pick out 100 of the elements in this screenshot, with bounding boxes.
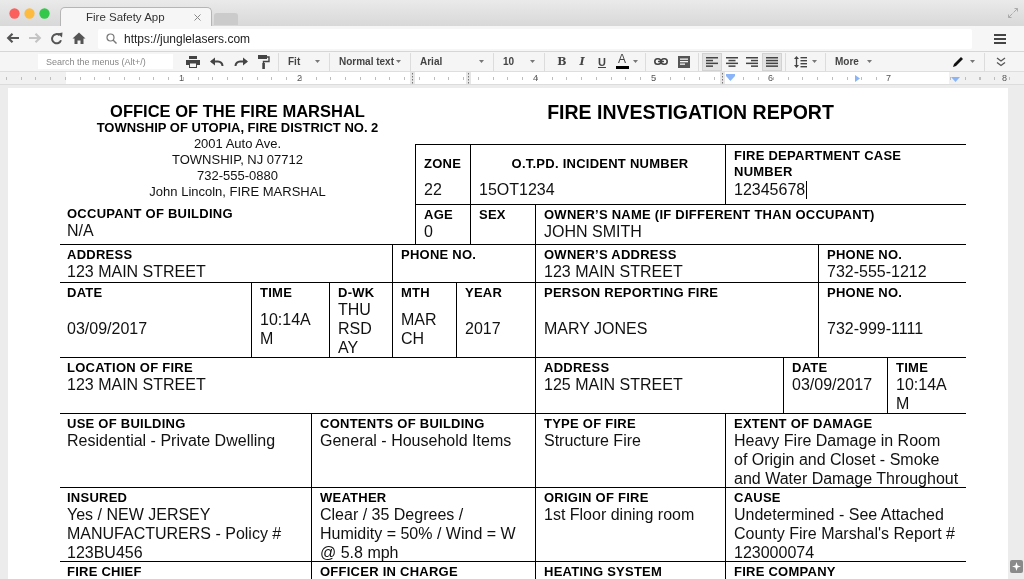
more-dropdown[interactable]: More	[829, 56, 878, 67]
align-left-button[interactable]	[702, 52, 722, 71]
field-label: FIRE COMPANY	[734, 564, 836, 579]
address-bar[interactable]: https://junglelasers.com	[98, 28, 972, 49]
text-style-dropdown[interactable]: Normal text	[333, 52, 407, 71]
field-label: DATE	[67, 285, 103, 300]
field-value: THURSDAY	[338, 300, 373, 357]
link-icon[interactable]	[654, 58, 668, 65]
field-value: Structure Fire	[544, 431, 641, 450]
paint-roller-icon[interactable]	[258, 54, 270, 69]
print-icon[interactable]	[186, 55, 200, 68]
field-label: MTH	[401, 285, 430, 300]
ruler-number: 2	[297, 73, 302, 83]
field-value: Residential - Private Dwelling	[67, 431, 276, 450]
search-icon	[106, 33, 117, 44]
field-label: OCCUPANT OF BUILDING	[67, 206, 233, 221]
justify-icon	[766, 56, 778, 67]
underline-button[interactable]: U	[592, 52, 612, 71]
menu-icon[interactable]	[994, 33, 1006, 44]
comment-icon[interactable]	[678, 55, 690, 68]
line-spacing-icon[interactable]	[794, 55, 807, 68]
field-value: 123 MAIN STREET	[67, 375, 206, 394]
sparkle-icon[interactable]	[1009, 560, 1023, 573]
field-label: ADDRESS	[544, 360, 610, 375]
browser-tab[interactable]: Fire Safety App	[60, 7, 212, 26]
bold-button[interactable]: B	[552, 52, 572, 71]
field-label: ORIGIN OF FIRE	[544, 490, 649, 505]
field-value: 2017	[465, 319, 501, 338]
field-label: OWNER’S NAME (IF DIFFERENT THAN OCCUPANT)	[544, 207, 875, 222]
field-value: 03/09/2017	[67, 319, 148, 338]
field-label: PERSON REPORTING FIRE	[544, 285, 719, 300]
font-dropdown[interactable]: Arial	[414, 52, 490, 71]
zoom-dropdown[interactable]: Fit	[282, 52, 326, 71]
field-value: JOHN SMITH	[544, 222, 642, 241]
indent-marker-icon[interactable]	[951, 77, 960, 82]
field-value: General - Household Items	[320, 431, 512, 450]
field-label: INSURED	[67, 490, 128, 505]
field-label: USE OF BUILDING	[67, 416, 186, 431]
field-label: PHONE NO.	[401, 247, 477, 262]
double-chevron-icon[interactable]	[996, 56, 1006, 67]
field-label: PHONE NO.	[827, 285, 903, 300]
indent-marker-icon[interactable]	[726, 74, 735, 81]
redo-icon[interactable]	[234, 56, 248, 67]
ruler-number: 7	[886, 73, 891, 83]
office-subtitle: TOWNSHIP OF UTOPIA, FIRE DISTRICT NO. 2	[96, 120, 379, 136]
field-value: 125 MAIN STREET	[544, 375, 683, 394]
search-menus-field[interactable]: Search the menus (Alt+/)	[38, 54, 173, 69]
field-value: 732-999-1111	[827, 319, 924, 338]
field-value: 10:14AM	[896, 375, 948, 413]
color-swatch-icon	[615, 66, 629, 69]
caret-icon	[315, 60, 320, 63]
field-value: Yes / NEW JERSEY MANUFACTURERS - Policy # 123BU456	[67, 505, 282, 562]
field-label: OFFICER IN CHARGE	[320, 564, 458, 579]
reload-icon[interactable]	[50, 32, 64, 45]
field-value: 732-555-1212	[827, 262, 927, 281]
field-label: FIRE CHIEF	[67, 564, 142, 579]
ruler-number: 4	[533, 73, 538, 83]
ruler-number: 1	[179, 73, 184, 83]
field-value: 03/09/2017	[792, 375, 873, 394]
field-label: HEATING SYSTEM	[544, 564, 663, 579]
field-label: TYPE OF FIRE	[544, 416, 636, 431]
field-label: ZONE	[424, 156, 462, 172]
field-label: AGE	[424, 207, 453, 222]
office-title: OFFICE OF THE FIRE MARSHAL	[110, 102, 365, 120]
field-label: ADDRESS	[67, 247, 133, 262]
field-value: 15OT1234	[479, 180, 555, 199]
field-label: LOCATION OF FIRE	[67, 360, 193, 375]
column-marker-icon[interactable]	[466, 72, 471, 84]
field-value: 123 MAIN STREET	[67, 262, 206, 281]
text-color-button[interactable]: A	[612, 52, 632, 71]
field-label: WEATHER	[320, 490, 387, 505]
caret-icon	[812, 60, 817, 63]
align-left-icon	[706, 56, 718, 67]
back-arrow-icon[interactable]	[6, 32, 20, 45]
field-value: 123 MAIN STREET	[544, 262, 683, 281]
report-title: FIRE INVESTIGATION REPORT	[547, 101, 834, 123]
field-label: O.T.PD. INCIDENT NUMBER	[511, 156, 689, 172]
field-label: D-WK	[338, 285, 375, 300]
caret-icon	[633, 60, 638, 63]
field-value: MARY JONES	[544, 319, 648, 338]
office-address-line: 732-555-0880	[197, 168, 278, 184]
field-label: OWNER’S ADDRESS	[544, 247, 677, 262]
font-size-dropdown[interactable]: 10	[497, 52, 541, 71]
close-icon[interactable]	[194, 13, 201, 21]
undo-icon[interactable]	[210, 56, 224, 67]
column-marker-icon[interactable]	[720, 72, 725, 84]
home-icon[interactable]	[72, 32, 86, 45]
office-address-line: John Lincoln, FIRE MARSHAL	[149, 184, 326, 200]
align-right-icon	[746, 56, 758, 67]
column-marker-icon[interactable]	[410, 72, 415, 84]
justify-button[interactable]	[762, 52, 782, 71]
field-value: N/A	[67, 221, 94, 240]
caret-icon	[530, 60, 535, 63]
field-label: TIME	[260, 285, 293, 300]
italic-button[interactable]: I	[572, 52, 592, 71]
field-label: SEX	[479, 207, 506, 222]
field-label: CAUSE	[734, 490, 781, 505]
caret-icon	[866, 60, 872, 63]
office-address-line: TOWNSHIP, NJ 07712	[172, 152, 303, 168]
pencil-icon[interactable]	[952, 55, 964, 68]
